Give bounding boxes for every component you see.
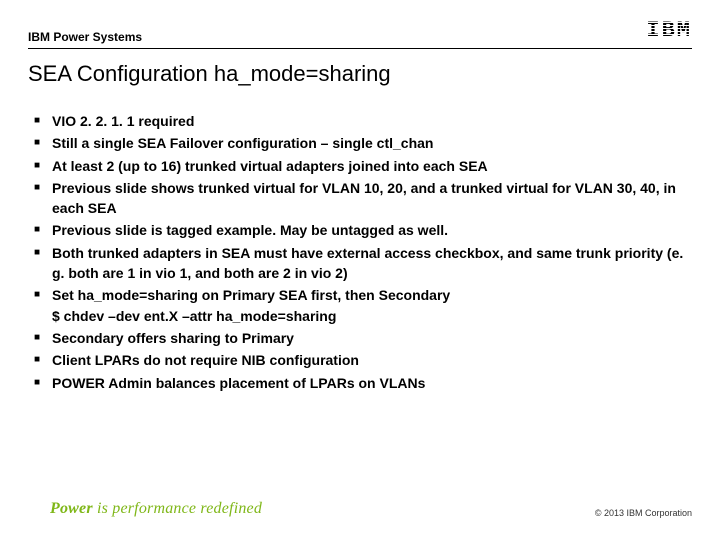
bullet-list: VIO 2. 2. 1. 1 required Still a single SE… [28,111,692,393]
bullet-text: Both trunked adapters in SEA must have e… [52,245,683,281]
slide: IBM Power Systems IBM SEA Configuration … [0,0,720,540]
tagline-rest: is performance redefined [93,500,262,517]
header: IBM Power Systems IBM [28,20,692,49]
bullet-text: At least 2 (up to 16) trunked virtual ad… [52,158,488,174]
bullet-item: Client LPARs do not require NIB configur… [34,350,692,370]
ibm-logo: IBM [646,20,692,42]
bullet-item: At least 2 (up to 16) trunked virtual ad… [34,156,692,176]
header-label: IBM Power Systems [28,30,142,44]
bullet-text: Previous slide is tagged example. May be… [52,222,448,238]
page-title: SEA Configuration ha_mode=sharing [28,61,692,87]
tagline-prefix: Power [50,500,93,517]
ibm-logo-text: IBM [646,20,692,42]
bullet-text: Secondary offers sharing to Primary [52,330,294,346]
bullet-item: Set ha_mode=sharing on Primary SEA first… [34,285,692,326]
bullet-text: Client LPARs do not require NIB configur… [52,352,359,368]
bullet-item: Both trunked adapters in SEA must have e… [34,243,692,284]
bullet-item: POWER Admin balances placement of LPARs … [34,373,692,393]
bullet-text: Previous slide shows trunked virtual for… [52,180,676,216]
bullet-item: Previous slide is tagged example. May be… [34,220,692,240]
bullet-text: POWER Admin balances placement of LPARs … [52,375,425,391]
bullet-item: Secondary offers sharing to Primary [34,328,692,348]
bullet-text: VIO 2. 2. 1. 1 required [52,113,194,129]
bullet-item: VIO 2. 2. 1. 1 required [34,111,692,131]
bullet-item: Still a single SEA Failover configuratio… [34,133,692,153]
bullet-text: Set ha_mode=sharing on Primary SEA first… [52,287,450,303]
tagline: Power is performance redefined [50,500,262,518]
bullet-text: Still a single SEA Failover configuratio… [52,135,433,151]
copyright: © 2013 IBM Corporation [595,508,692,518]
bullet-subtext: $ chdev –dev ent.X –attr ha_mode=sharing [52,308,336,324]
bullet-item: Previous slide shows trunked virtual for… [34,178,692,219]
